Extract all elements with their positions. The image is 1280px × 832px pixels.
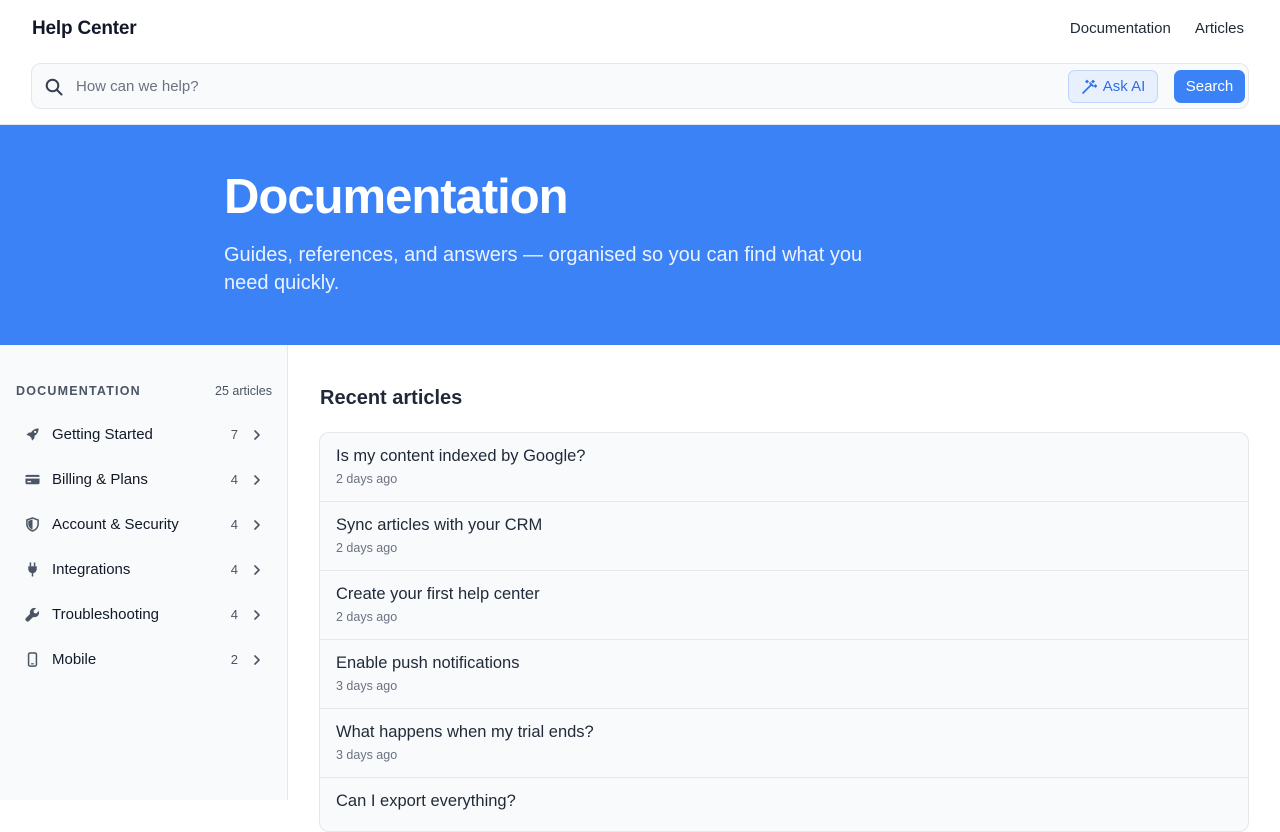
magic-wand-icon <box>1081 79 1097 95</box>
article-title[interactable]: Sync articles with your CRM <box>336 516 1232 535</box>
sidebar-header: DOCUMENTATION 25 articles <box>16 384 272 398</box>
sidebar-title: DOCUMENTATION <box>16 384 141 398</box>
brand-title[interactable]: Help Center <box>32 18 137 40</box>
chevron-right-icon <box>254 654 260 665</box>
plug-icon <box>24 562 40 578</box>
hero-title: Documentation <box>224 170 569 224</box>
article-title[interactable]: Is my content indexed by Google? <box>336 447 1232 466</box>
main-content: Recent articles Is my content indexed by… <box>288 345 1280 832</box>
article-item[interactable]: Sync articles with your CRM 2 days ago <box>320 502 1248 571</box>
article-title[interactable]: Create your first help center <box>336 585 1232 604</box>
credit-card-icon <box>24 472 40 488</box>
nav-link-documentation[interactable]: Documentation <box>1070 20 1171 37</box>
hero-banner: Documentation Guides, references, and an… <box>0 125 1280 345</box>
top-bar: Help Center Documentation Articles How c… <box>0 0 1280 125</box>
article-title[interactable]: Enable push notifications <box>336 654 1232 673</box>
sidebar-item-troubleshooting[interactable]: Troubleshooting 4 <box>16 592 272 637</box>
article-item[interactable]: What happens when my trial ends? 3 days … <box>320 709 1248 778</box>
sidebar-category-list: Getting Started 7 Billing & Plans 4 Acco… <box>16 412 272 682</box>
article-title[interactable]: What happens when my trial ends? <box>336 723 1232 742</box>
sidebar-item-count: 4 <box>230 607 238 622</box>
sidebar-item-count: 4 <box>230 472 238 487</box>
article-item[interactable]: Enable push notifications 3 days ago <box>320 640 1248 709</box>
sidebar-item-label: Mobile <box>52 651 97 668</box>
article-timestamp: 3 days ago <box>336 679 398 693</box>
hero-subtitle: Guides, references, and answers — organi… <box>224 244 863 294</box>
search-bar: Ask AI Search <box>31 63 1249 109</box>
chevron-right-icon <box>254 609 260 620</box>
search-input[interactable] <box>76 72 1056 100</box>
article-timestamp: 2 days ago <box>336 610 398 624</box>
sidebar-item-label: Getting Started <box>52 426 153 443</box>
sidebar-item-billing-plans[interactable]: Billing & Plans 4 <box>16 457 272 502</box>
sidebar-item-integrations[interactable]: Integrations 4 <box>16 547 272 592</box>
rocket-icon <box>24 427 40 443</box>
chevron-right-icon <box>254 564 260 575</box>
sidebar: DOCUMENTATION 25 articles Getting Starte… <box>0 345 288 800</box>
sidebar-item-label: Troubleshooting <box>52 606 160 623</box>
article-item[interactable]: Create your first help center 2 days ago <box>320 571 1248 640</box>
article-timestamp: 2 days ago <box>336 541 398 555</box>
sidebar-item-count: 7 <box>230 427 238 442</box>
sidebar-item-account-security[interactable]: Account & Security 4 <box>16 502 272 547</box>
sidebar-item-mobile[interactable]: Mobile 2 <box>16 637 272 682</box>
chevron-right-icon <box>254 429 260 440</box>
ask-ai-button[interactable]: Ask AI <box>1068 70 1158 103</box>
sidebar-item-getting-started[interactable]: Getting Started 7 <box>16 412 272 457</box>
article-title[interactable]: Can I export everything? <box>336 792 1232 811</box>
sidebar-item-label: Integrations <box>52 561 131 578</box>
phone-icon <box>24 652 40 668</box>
article-item[interactable]: Is my content indexed by Google? 2 days … <box>320 433 1248 502</box>
search-icon <box>44 77 64 97</box>
chevron-right-icon <box>254 519 260 530</box>
sidebar-article-count: 25 articles <box>215 384 272 398</box>
article-timestamp: 3 days ago <box>336 748 398 762</box>
recent-articles-list: Is my content indexed by Google? 2 days … <box>319 432 1249 832</box>
sidebar-item-label: Account & Security <box>52 516 179 533</box>
sidebar-item-count: 4 <box>230 562 238 577</box>
wrench-icon <box>24 607 40 623</box>
sidebar-item-count: 4 <box>230 517 238 532</box>
search-button[interactable]: Search <box>1174 70 1245 103</box>
sidebar-item-count: 2 <box>230 652 238 667</box>
nav-link-articles[interactable]: Articles <box>1195 20 1244 37</box>
recent-articles-title: Recent articles <box>320 387 463 409</box>
chevron-right-icon <box>254 474 260 485</box>
shield-icon <box>24 517 40 533</box>
article-item[interactable]: Can I export everything? <box>320 778 1248 831</box>
article-timestamp: 2 days ago <box>336 472 398 486</box>
top-nav: Documentation Articles <box>1070 20 1244 37</box>
ask-ai-label: Ask AI <box>1102 78 1146 95</box>
sidebar-item-label: Billing & Plans <box>52 471 148 488</box>
